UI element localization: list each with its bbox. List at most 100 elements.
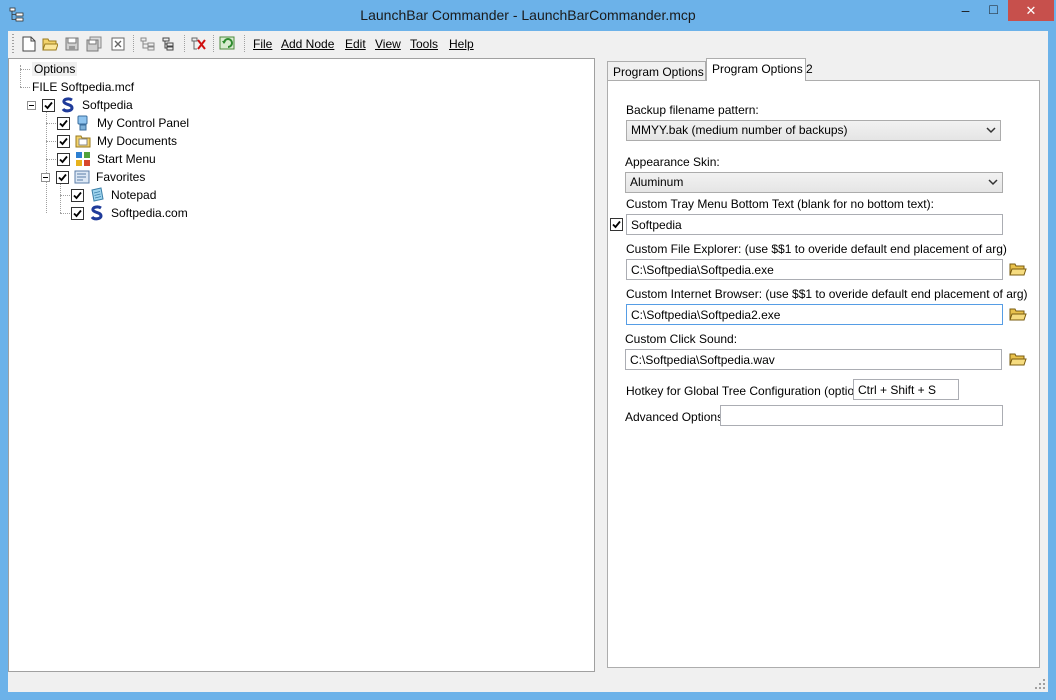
options-pane: Program Options 1 Program Options 2 Back… (599, 58, 1048, 672)
minimize-button[interactable]: – (952, 0, 979, 21)
resize-grip-icon[interactable] (1034, 678, 1046, 690)
menu-file-label: File (253, 37, 273, 51)
save-all-button[interactable] (85, 35, 103, 53)
menu-view[interactable]: View (375, 37, 401, 51)
tree-item-label: My Documents (97, 134, 178, 148)
app-window: LaunchBar Commander - LaunchBarCommander… (0, 0, 1056, 700)
menu-file[interactable]: File (253, 37, 272, 51)
tree-item-checkbox[interactable] (71, 188, 84, 202)
tree-item-options[interactable]: Options (26, 60, 78, 78)
tab-program-options-2[interactable]: Program Options 2 (706, 58, 813, 81)
click-sound-label: Custom Click Sound: (625, 332, 738, 346)
menu-tools[interactable]: Tools (410, 37, 438, 51)
browse-explorer-button[interactable] (1009, 261, 1027, 277)
tree-item-start-menu[interactable]: Start Menu (57, 150, 156, 168)
backup-pattern-select[interactable]: MMYY.bak (medium number of backups) (626, 120, 1001, 141)
toolbar-separator (213, 35, 214, 53)
backup-pattern-label: Backup filename pattern: (626, 103, 759, 117)
menu-edit-label: Edit (345, 37, 366, 51)
tree-item-file[interactable]: FILE Softpedia.mcf (26, 78, 134, 96)
hotkey-input[interactable] (853, 379, 959, 400)
tree-item-label: Softpedia (82, 98, 133, 112)
menu-help[interactable]: Help (449, 37, 474, 51)
save-all-icon (86, 36, 102, 52)
tree-item-label: My Control Panel (97, 116, 190, 130)
internet-browser-label: Custom Internet Browser: (use $$1 to ove… (626, 287, 1028, 301)
menu-tools-label: Tools (410, 37, 439, 51)
click-sound-input[interactable] (625, 349, 1002, 370)
collapse-toggle[interactable] (27, 100, 36, 110)
open-file-button[interactable] (41, 35, 59, 53)
indent-button[interactable] (160, 35, 178, 53)
tree-item-softpedia[interactable]: Softpedia (27, 96, 133, 114)
tree-line (60, 183, 61, 213)
internet-browser-input[interactable] (626, 304, 1003, 325)
toolbar-grip[interactable] (12, 34, 14, 54)
client-area: File Add Node Edit View Tools Help Optio… (8, 31, 1048, 692)
file-explorer-input[interactable] (626, 259, 1003, 280)
new-file-icon (22, 36, 36, 52)
control-panel-icon (77, 115, 88, 131)
toolbar: File Add Node Edit View Tools Help (8, 31, 1048, 57)
tree-item-label: FILE Softpedia.mcf (32, 80, 135, 94)
close-file-button[interactable] (109, 35, 127, 53)
menu-add-node-label: Add Node (281, 37, 335, 51)
tree-item-checkbox[interactable] (42, 98, 55, 112)
tree-item-checkbox[interactable] (56, 170, 69, 184)
tree-item-checkbox[interactable] (57, 152, 70, 166)
open-folder-icon (1009, 353, 1027, 366)
appearance-skin-value: Aluminum (630, 175, 684, 189)
appearance-skin-select[interactable]: Aluminum (625, 172, 1003, 193)
new-file-button[interactable] (20, 35, 38, 53)
open-folder-icon (1009, 308, 1027, 321)
outdent-button[interactable] (139, 35, 157, 53)
tab-label: Program Options 2 (712, 62, 813, 76)
status-bar (8, 674, 1048, 692)
save-button[interactable] (63, 35, 81, 53)
delete-node-icon (191, 37, 206, 50)
tree-item-favorites[interactable]: Favorites (41, 168, 145, 186)
tree-item-documents[interactable]: My Documents (57, 132, 177, 150)
tree-pane[interactable]: Options FILE Softpedia.mcf Softpedia My … (8, 58, 595, 672)
tree-line (46, 111, 47, 213)
indent-left-icon (140, 37, 155, 51)
tree-item-checkbox[interactable] (57, 116, 70, 130)
browse-sound-button[interactable] (1009, 351, 1027, 367)
refresh-button[interactable] (219, 35, 237, 53)
tree-item-softpedia-com[interactable]: Softpedia.com (71, 204, 188, 222)
start-menu-icon (76, 152, 90, 166)
menu-add-node[interactable]: Add Node (281, 37, 334, 51)
tree-item-label: Favorites (96, 170, 146, 184)
tab-label: Program Options 1 (613, 65, 714, 79)
menu-edit[interactable]: Edit (345, 37, 366, 51)
toolbar-separator (184, 35, 185, 53)
tray-text-input[interactable] (626, 214, 1003, 235)
appearance-skin-label: Appearance Skin: (625, 155, 720, 169)
menu-view-label: View (375, 37, 401, 51)
collapse-toggle[interactable] (41, 172, 50, 182)
open-folder-icon (1009, 263, 1027, 276)
tab-program-options-1[interactable]: Program Options 1 (607, 61, 714, 80)
save-icon (65, 37, 79, 51)
tree-item-notepad[interactable]: Notepad (71, 186, 156, 204)
advanced-options-input[interactable] (720, 405, 1003, 426)
delete-node-button[interactable] (190, 35, 208, 53)
open-folder-icon (42, 38, 58, 51)
tree-item-control-panel[interactable]: My Control Panel (57, 114, 189, 132)
maximize-icon: □ (989, 1, 998, 17)
menu-help-label: Help (449, 37, 474, 51)
minimize-icon: – (961, 2, 970, 18)
tab-panel-program-options-2: Backup filename pattern: MMYY.bak (mediu… (607, 80, 1040, 668)
softpedia-logo-icon (61, 97, 74, 113)
indent-right-icon (162, 37, 174, 51)
checkmark-icon (612, 220, 621, 229)
maximize-button[interactable]: □ (980, 0, 1007, 21)
tree-item-label: Options (32, 62, 78, 76)
tree-item-checkbox[interactable] (71, 206, 84, 220)
browse-browser-button[interactable] (1009, 306, 1027, 322)
tree-item-checkbox[interactable] (57, 134, 70, 148)
tray-text-checkbox[interactable] (610, 218, 623, 231)
title-bar[interactable]: LaunchBar Commander - LaunchBarCommander… (0, 0, 1056, 30)
close-button[interactable]: ✕ (1008, 0, 1054, 21)
tray-text-label: Custom Tray Menu Bottom Text (blank for … (626, 197, 934, 211)
